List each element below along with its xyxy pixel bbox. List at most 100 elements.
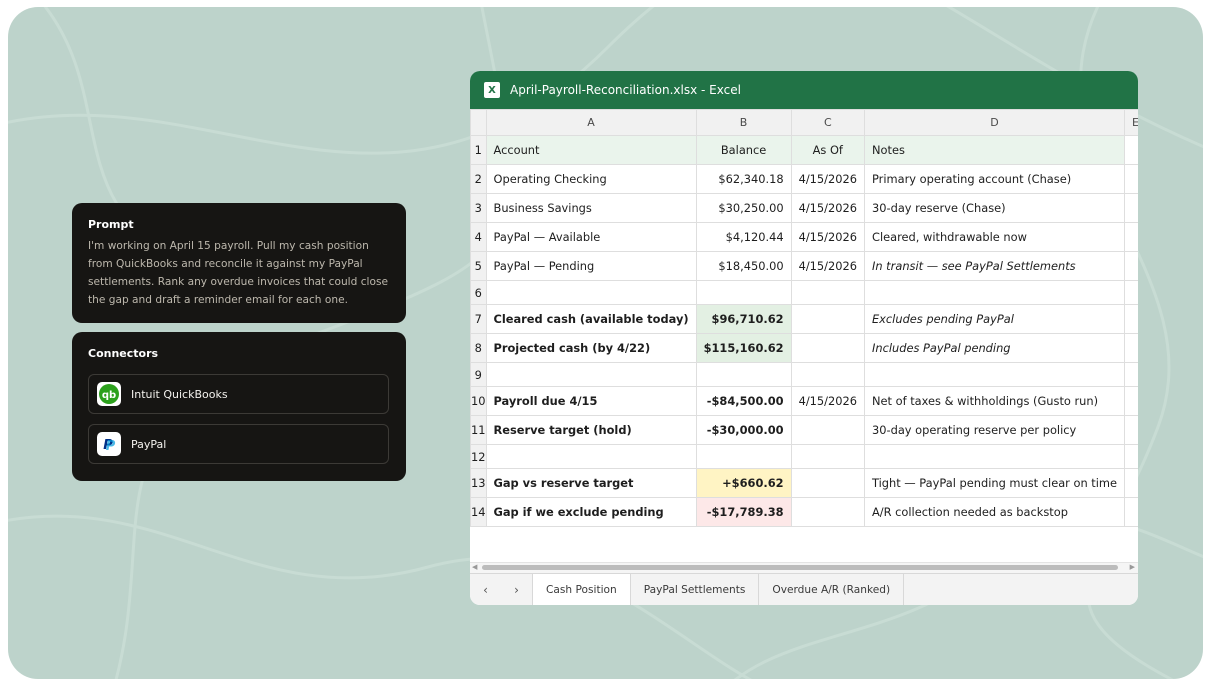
cell-a5[interactable]: PayPal — Pending — [485, 251, 697, 281]
tab-cash-position[interactable]: Cash Position — [532, 574, 631, 605]
cell-c1[interactable]: As Of — [790, 135, 865, 165]
cell-b11[interactable]: -$30,000.00 — [695, 415, 792, 445]
cell-c9[interactable] — [790, 362, 865, 387]
cell-d5[interactable]: In transit — see PayPal Settlements — [863, 251, 1126, 281]
row-number[interactable]: 6 — [470, 280, 487, 305]
cell-e5[interactable] — [1124, 251, 1138, 281]
cell-d1[interactable]: Notes — [863, 135, 1126, 165]
cell-d11[interactable]: 30-day operating reserve per policy — [863, 415, 1126, 445]
prev-sheet-icon[interactable]: ‹ — [470, 574, 501, 605]
cell-e8[interactable] — [1124, 333, 1138, 363]
cell-b4[interactable]: $4,120.44 — [695, 222, 792, 252]
cell-a1[interactable]: Account — [485, 135, 697, 165]
horizontal-scrollbar[interactable]: ◀ ▶ — [470, 562, 1138, 573]
row-number[interactable]: 8 — [470, 333, 487, 363]
cell-a3[interactable]: Business Savings — [485, 193, 697, 223]
column-header-d[interactable]: D — [863, 109, 1126, 136]
cell-c7[interactable] — [790, 304, 865, 334]
column-header-e[interactable]: E — [1124, 109, 1138, 136]
row-number[interactable]: 1 — [470, 135, 487, 165]
cell-a8[interactable]: Projected cash (by 4/22) — [485, 333, 697, 363]
cell-b6[interactable] — [695, 280, 792, 305]
cell-d3[interactable]: 30-day reserve (Chase) — [863, 193, 1126, 223]
row-number[interactable]: 3 — [470, 193, 487, 223]
cell-b8[interactable]: $115,160.62 — [695, 333, 792, 363]
cell-c5[interactable]: 4/15/2026 — [790, 251, 865, 281]
cell-e6[interactable] — [1124, 280, 1138, 305]
column-header-c[interactable]: C — [790, 109, 865, 136]
cell-d2[interactable]: Primary operating account (Chase) — [863, 164, 1126, 194]
select-all-corner[interactable] — [470, 109, 487, 136]
next-sheet-icon[interactable]: › — [501, 574, 532, 605]
column-header-a[interactable]: A — [485, 109, 697, 136]
cell-a9[interactable] — [485, 362, 697, 387]
cell-c3[interactable]: 4/15/2026 — [790, 193, 865, 223]
cell-b3[interactable]: $30,250.00 — [695, 193, 792, 223]
row-number[interactable]: 7 — [470, 304, 487, 334]
cell-e1[interactable] — [1124, 135, 1138, 165]
cell-e12[interactable] — [1124, 444, 1138, 469]
cell-c14[interactable] — [790, 497, 865, 527]
row-number[interactable]: 11 — [470, 415, 487, 445]
cell-d10[interactable]: Net of taxes & withholdings (Gusto run) — [863, 386, 1126, 416]
cell-d6[interactable] — [863, 280, 1126, 305]
cell-b5[interactable]: $18,450.00 — [695, 251, 792, 281]
cell-a2[interactable]: Operating Checking — [485, 164, 697, 194]
cell-c10[interactable]: 4/15/2026 — [790, 386, 865, 416]
cell-b12[interactable] — [695, 444, 792, 469]
tab-paypal-settlements[interactable]: PayPal Settlements — [631, 574, 760, 605]
cell-e11[interactable] — [1124, 415, 1138, 445]
row-number[interactable]: 2 — [470, 164, 487, 194]
cell-b7[interactable]: $96,710.62 — [695, 304, 792, 334]
cell-d9[interactable] — [863, 362, 1126, 387]
cell-b14[interactable]: -$17,789.38 — [695, 497, 792, 527]
cell-e10[interactable] — [1124, 386, 1138, 416]
cell-e7[interactable] — [1124, 304, 1138, 334]
cell-e9[interactable] — [1124, 362, 1138, 387]
cell-b2[interactable]: $62,340.18 — [695, 164, 792, 194]
cell-e4[interactable] — [1124, 222, 1138, 252]
row-number[interactable]: 14 — [470, 497, 487, 527]
cell-d7[interactable]: Excludes pending PayPal — [863, 304, 1126, 334]
cell-b10[interactable]: -$84,500.00 — [695, 386, 792, 416]
cell-c13[interactable] — [790, 468, 865, 498]
cell-c12[interactable] — [790, 444, 865, 469]
tab-overdue-ar[interactable]: Overdue A/R (Ranked) — [759, 574, 905, 605]
cell-e2[interactable] — [1124, 164, 1138, 194]
cell-c11[interactable] — [790, 415, 865, 445]
row-number[interactable]: 5 — [470, 251, 487, 281]
row-number[interactable]: 9 — [470, 362, 487, 387]
cell-d4[interactable]: Cleared, withdrawable now — [863, 222, 1126, 252]
cell-b1[interactable]: Balance — [695, 135, 792, 165]
cell-e13[interactable] — [1124, 468, 1138, 498]
cell-e3[interactable] — [1124, 193, 1138, 223]
cell-a11[interactable]: Reserve target (hold) — [485, 415, 697, 445]
cell-d12[interactable] — [863, 444, 1126, 469]
scrollbar-thumb[interactable] — [482, 565, 1118, 570]
cell-a6[interactable] — [485, 280, 697, 305]
cell-b13[interactable]: +$660.62 — [695, 468, 792, 498]
cell-c2[interactable]: 4/15/2026 — [790, 164, 865, 194]
cell-a10[interactable]: Payroll due 4/15 — [485, 386, 697, 416]
cell-c6[interactable] — [790, 280, 865, 305]
cell-d8[interactable]: Includes PayPal pending — [863, 333, 1126, 363]
cell-a12[interactable] — [485, 444, 697, 469]
row-number[interactable]: 13 — [470, 468, 487, 498]
scroll-right-arrow-icon[interactable]: ▶ — [1130, 563, 1135, 571]
cell-e14[interactable] — [1124, 497, 1138, 527]
row-number[interactable]: 12 — [470, 444, 487, 469]
connector-paypal[interactable]: P P PayPal — [88, 424, 389, 464]
scroll-left-arrow-icon[interactable]: ◀ — [472, 563, 477, 571]
cell-a14[interactable]: Gap if we exclude pending — [485, 497, 697, 527]
row-number[interactable]: 10 — [470, 386, 487, 416]
cell-c4[interactable]: 4/15/2026 — [790, 222, 865, 252]
row-number[interactable]: 4 — [470, 222, 487, 252]
cell-a13[interactable]: Gap vs reserve target — [485, 468, 697, 498]
cell-c8[interactable] — [790, 333, 865, 363]
connector-quickbooks[interactable]: qb Intuit QuickBooks — [88, 374, 389, 414]
cell-b9[interactable] — [695, 362, 792, 387]
cell-a4[interactable]: PayPal — Available — [485, 222, 697, 252]
column-header-b[interactable]: B — [695, 109, 792, 136]
cell-d14[interactable]: A/R collection needed as backstop — [863, 497, 1126, 527]
cell-a7[interactable]: Cleared cash (available today) — [485, 304, 697, 334]
